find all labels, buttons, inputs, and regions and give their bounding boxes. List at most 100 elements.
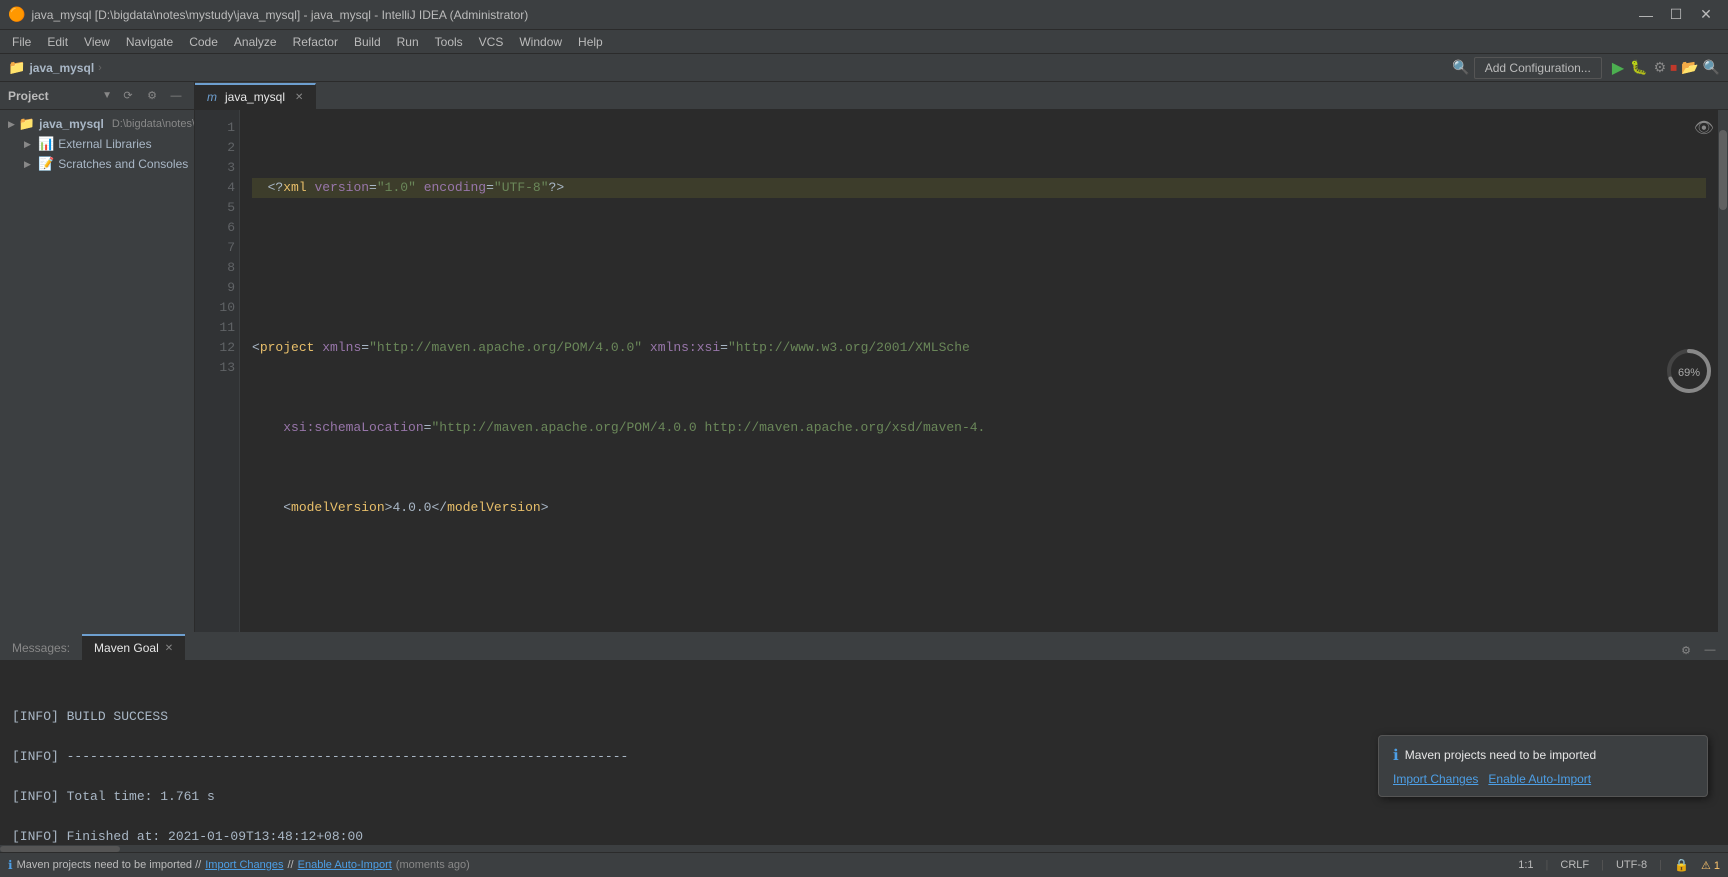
menu-refactor[interactable]: Refactor: [285, 33, 346, 51]
debug-button[interactable]: 🐛: [1630, 59, 1647, 76]
status-bar-left: ℹ Maven projects need to be imported // …: [8, 858, 1514, 872]
tab-maven-close[interactable]: ✕: [165, 643, 173, 654]
eye-icon[interactable]: 👁: [1694, 118, 1714, 138]
bottom-settings-icon[interactable]: ⚙: [1676, 640, 1696, 660]
status-sep4: |: [1659, 859, 1662, 871]
editor-tabs: m java_mysql ✕: [195, 82, 1728, 110]
folder-icon-java-mysql: 📁: [19, 116, 35, 132]
status-bar-right: 1:1 | CRLF | UTF-8 | 🔒 ⚠ 1: [1518, 858, 1720, 872]
tree-arrow-scratches: ▶: [24, 159, 34, 170]
window-title: java_mysql [D:\bigdata\notes\mystudy\jav…: [31, 8, 1632, 22]
menu-help[interactable]: Help: [570, 33, 611, 51]
menu-analyze[interactable]: Analyze: [226, 33, 285, 51]
bottom-panel-tabs: Messages: Maven Goal ✕ ⚙ —: [0, 633, 1728, 661]
tree-item-java-mysql[interactable]: ▶ 📁 java_mysql D:\bigdata\notes\mystudy\…: [0, 114, 194, 134]
search-everywhere-icon[interactable]: 🔍: [1703, 59, 1720, 76]
breadcrumb-project[interactable]: java_mysql: [29, 61, 94, 75]
popup-title-text: Maven projects need to be imported: [1405, 748, 1596, 762]
bottom-scroll-thumb[interactable]: [0, 846, 120, 852]
bottom-collapse-icon[interactable]: —: [1700, 640, 1720, 660]
menu-bar: File Edit View Navigate Code Analyze Ref…: [0, 30, 1728, 54]
tree-item-scratches[interactable]: ▶ 📝 Scratches and Consoles: [0, 154, 194, 174]
folder-icon: 📁: [8, 59, 25, 76]
menu-vcs[interactable]: VCS: [471, 33, 512, 51]
popup-title-row: ℹ Maven projects need to be imported: [1393, 746, 1693, 764]
tab-maven-goal[interactable]: Maven Goal ✕: [82, 634, 185, 660]
menu-run[interactable]: Run: [389, 33, 427, 51]
code-editor: 1 2 3 4 5 6 7 8 9 10 11 12 13 <?xml vers…: [195, 110, 1728, 632]
status-crlf[interactable]: CRLF: [1560, 859, 1589, 871]
sidebar-tree: ▶ 📁 java_mysql D:\bigdata\notes\mystudy\…: [0, 110, 194, 632]
breadcrumb-separator: ›: [98, 62, 102, 74]
tab-maven-label: Maven Goal: [94, 641, 159, 655]
warnings-icon[interactable]: ⚠ 1: [1701, 859, 1720, 872]
app-icon: 🟠: [8, 6, 25, 23]
editor-area: m java_mysql ✕ 1 2 3 4 5 6 7 8 9 10 11 1…: [195, 82, 1728, 632]
code-content[interactable]: <?xml version="1.0" encoding="UTF-8"?> <…: [240, 110, 1718, 632]
menu-tools[interactable]: Tools: [427, 33, 471, 51]
code-line-1: <?xml version="1.0" encoding="UTF-8"?>: [252, 178, 1706, 198]
add-configuration-button[interactable]: Add Configuration...: [1474, 57, 1602, 79]
tree-arrow-java-mysql: ▶: [8, 119, 15, 130]
status-encoding[interactable]: UTF-8: [1616, 859, 1647, 871]
tab-prefix-m: m: [207, 90, 217, 104]
vertical-scrollbar[interactable]: [1718, 110, 1728, 632]
code-line-4: xsi:schemaLocation="http://maven.apache.…: [252, 418, 1706, 438]
line-num-7: 7: [199, 238, 235, 258]
sidebar-title: Project: [8, 89, 102, 103]
status-sep2: |: [1546, 859, 1549, 871]
scroll-thumb[interactable]: [1719, 130, 1727, 210]
bottom-scrollbar[interactable]: [0, 844, 1728, 852]
status-position[interactable]: 1:1: [1518, 859, 1533, 871]
toolbar-right: 🔍 Add Configuration... ▶ 🐛 ⚙ ⏹ 📂 🔍: [1452, 57, 1720, 79]
line-numbers: 1 2 3 4 5 6 7 8 9 10 11 12 13: [195, 110, 240, 632]
status-sep1: //: [288, 859, 294, 871]
tree-label-external-libraries: External Libraries: [58, 137, 151, 151]
code-line-5: <modelVersion>4.0.0</modelVersion>: [252, 498, 1706, 518]
editor-tab-java-mysql[interactable]: m java_mysql ✕: [195, 83, 316, 109]
line-num-11: 11: [199, 318, 235, 338]
line-num-5: 5: [199, 198, 235, 218]
window-controls: — ☐ ✕: [1632, 5, 1720, 25]
run-button[interactable]: ▶: [1612, 58, 1624, 78]
enable-auto-import-link[interactable]: Enable Auto-Import: [1488, 772, 1591, 786]
search-icon[interactable]: 🔍: [1452, 59, 1469, 76]
status-sep3: |: [1601, 859, 1604, 871]
main-layout: Project ▼ ⟳ ⚙ — ▶ 📁 java_mysql D:\bigdat…: [0, 82, 1728, 632]
sync-icon[interactable]: ⟳: [118, 86, 138, 106]
settings-icon[interactable]: ⚙: [142, 86, 162, 106]
sidebar-dropdown-icon[interactable]: ▼: [102, 90, 112, 101]
menu-view[interactable]: View: [76, 33, 118, 51]
git-icon: 🔒: [1674, 858, 1689, 872]
tree-path-java-mysql: D:\bigdata\notes\mystudy\java_mysql: [112, 118, 194, 130]
tab-messages[interactable]: Messages:: [0, 634, 82, 660]
collapse-icon[interactable]: —: [166, 86, 186, 106]
menu-code[interactable]: Code: [181, 33, 226, 51]
tree-item-external-libraries[interactable]: ▶ 📊 External Libraries: [0, 134, 194, 154]
code-line-2: [252, 258, 1706, 278]
minimize-button[interactable]: —: [1632, 5, 1660, 25]
menu-edit[interactable]: Edit: [39, 33, 76, 51]
status-auto-import-link[interactable]: Enable Auto-Import: [298, 859, 392, 871]
line-num-2: 2: [199, 138, 235, 158]
maximize-button[interactable]: ☐: [1662, 5, 1690, 25]
menu-navigate[interactable]: Navigate: [118, 33, 181, 51]
close-button[interactable]: ✕: [1692, 5, 1720, 25]
build-icon[interactable]: ⚙: [1654, 59, 1667, 76]
sidebar-header: Project ▼ ⟳ ⚙ —: [0, 82, 194, 110]
stop-button[interactable]: ⏹: [1670, 59, 1677, 76]
import-changes-link[interactable]: Import Changes: [1393, 772, 1478, 786]
bottom-panel: Messages: Maven Goal ✕ ⚙ — [INFO] BUILD …: [0, 632, 1728, 852]
menu-window[interactable]: Window: [511, 33, 570, 51]
line-num-6: 6: [199, 218, 235, 238]
sidebar-panel: Project ▼ ⟳ ⚙ — ▶ 📁 java_mysql D:\bigdat…: [0, 82, 195, 632]
maven-import-popup: ℹ Maven projects need to be imported Imp…: [1378, 735, 1708, 797]
project-files-icon[interactable]: 📂: [1681, 59, 1698, 76]
scratches-icon: 📝: [38, 156, 54, 172]
menu-build[interactable]: Build: [346, 33, 389, 51]
status-import-link[interactable]: Import Changes: [205, 859, 283, 871]
library-icon: 📊: [38, 136, 54, 152]
tab-close-button[interactable]: ✕: [295, 92, 303, 103]
menu-file[interactable]: File: [4, 33, 39, 51]
tree-arrow-external-libs: ▶: [24, 139, 34, 150]
